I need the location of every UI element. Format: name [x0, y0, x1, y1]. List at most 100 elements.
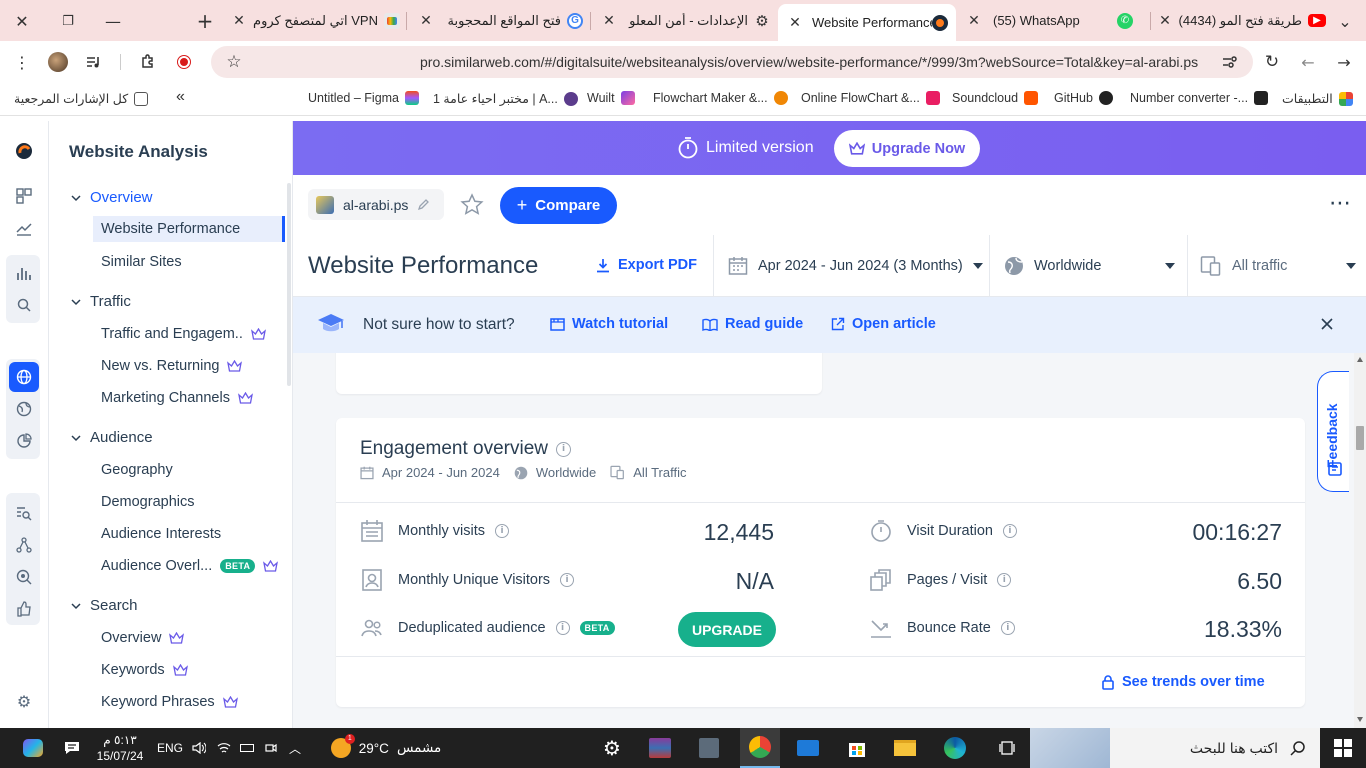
minimize-icon[interactable]: — — [100, 8, 126, 34]
nav-item-keyword-phrases[interactable]: Keyword Phrases — [101, 694, 238, 710]
profile-avatar[interactable] — [45, 49, 71, 75]
chrome-taskbar-icon[interactable] — [740, 728, 780, 768]
bookmark-apps[interactable]: التطبيقات — [1282, 91, 1353, 106]
close-window-icon[interactable]: ✕ — [9, 8, 35, 34]
nav-item-new-vs-returning[interactable]: New vs. Returning — [101, 358, 243, 374]
close-tab-icon[interactable]: ✕ — [230, 13, 248, 29]
info-icon[interactable]: i — [997, 573, 1012, 587]
read-guide-link[interactable]: Read guide — [702, 316, 803, 332]
taskbar-search[interactable]: اكتب هنا للبحث — [1030, 728, 1320, 768]
meet-icon[interactable] — [262, 728, 280, 768]
nav-section-overview[interactable]: Overview — [71, 189, 153, 206]
scroll-down-icon[interactable] — [1357, 717, 1363, 722]
nav-section-search[interactable]: Search — [71, 597, 138, 614]
nav-item-keywords[interactable]: Keywords — [101, 662, 188, 678]
site-settings-icon[interactable] — [1217, 49, 1243, 75]
tab-settings[interactable]: ✕ الإعدادات - أمن المعلو ⚙ — [600, 0, 770, 41]
upgrade-button[interactable]: UPGRADE — [678, 612, 776, 647]
start-button[interactable] — [1320, 728, 1366, 768]
favorite-star-icon[interactable] — [460, 193, 484, 216]
nav-item-search-overview[interactable]: Overview — [101, 630, 185, 646]
nav-item-similar-sites[interactable]: Similar Sites — [101, 254, 182, 270]
bookmark-flowchart-maker[interactable]: Flowchart Maker &... — [653, 91, 788, 105]
world-market-icon[interactable] — [13, 398, 35, 420]
info-icon[interactable]: i — [555, 621, 570, 635]
export-pdf-button[interactable]: Export PDF — [596, 257, 697, 273]
traffic-source-select[interactable]: All traffic — [1187, 235, 1366, 297]
see-trends-link[interactable]: See trends over time — [1102, 674, 1265, 690]
feedback-tab[interactable]: Feedback — [1317, 371, 1349, 492]
close-tab-icon[interactable]: ✕ — [965, 13, 983, 29]
nav-section-audience[interactable]: Audience — [71, 429, 153, 446]
thumbs-up-icon[interactable] — [13, 598, 35, 620]
nav-section-traffic[interactable]: Traffic — [71, 293, 131, 310]
network-icon[interactable] — [13, 534, 35, 556]
bookmark-online-flowchart[interactable]: Online FlowChart &... — [801, 91, 940, 105]
close-tab-icon[interactable]: ✕ — [1156, 13, 1174, 29]
tab-vpn[interactable]: ✕ VPN اتي لمتصفح كروم — [230, 0, 400, 41]
menu-icon[interactable]: ⋮ — [9, 49, 35, 75]
bar-chart-icon[interactable] — [13, 262, 35, 284]
copilot-icon[interactable] — [20, 728, 46, 768]
scroll-thumb[interactable] — [1356, 426, 1364, 450]
scroll-up-icon[interactable] — [1357, 357, 1363, 362]
file-explorer-icon[interactable] — [888, 728, 922, 768]
bookmark-wuilt[interactable]: Wuilt — [587, 91, 635, 105]
info-icon[interactable]: i — [1002, 524, 1017, 538]
tab-search-icon[interactable]: ⌄ — [1332, 8, 1358, 34]
pencil-icon[interactable] — [417, 198, 430, 211]
trend-icon[interactable] — [13, 217, 35, 239]
date-range-select[interactable]: Apr 2024 - Jun 2024 (3 Months) — [713, 235, 989, 297]
target-search-icon[interactable] — [13, 566, 35, 588]
calculator-app-icon[interactable] — [692, 728, 726, 768]
tab-google[interactable]: ✕ فتح المواقع المحجوبة G — [417, 0, 583, 41]
new-tab-button[interactable]: + — [192, 8, 218, 34]
similarweb-logo-icon[interactable] — [13, 140, 35, 162]
more-options-icon[interactable]: ⋯ — [1329, 191, 1351, 216]
task-view-icon[interactable] — [990, 728, 1024, 768]
all-bookmarks[interactable]: كل الإشارات المرجعية — [14, 91, 149, 106]
settings-icon[interactable]: ⚙ — [13, 690, 35, 712]
info-icon[interactable]: i — [556, 441, 571, 457]
battery-icon[interactable] — [237, 728, 257, 768]
edge-icon[interactable] — [938, 728, 972, 768]
compare-button[interactable]: + Compare — [500, 187, 617, 224]
pie-chart-icon[interactable] — [13, 430, 35, 452]
site-chip[interactable]: al-arabi.ps — [308, 189, 444, 220]
volume-icon[interactable] — [188, 728, 210, 768]
info-icon[interactable]: i — [1000, 621, 1015, 635]
open-article-link[interactable]: Open article — [831, 316, 936, 332]
winrar-icon[interactable] — [643, 728, 677, 768]
nav-item-audience-interests[interactable]: Audience Interests — [101, 526, 221, 542]
mail-icon[interactable] — [791, 728, 825, 768]
settings-gear-icon[interactable]: ⚙ — [595, 728, 629, 768]
nav-item-website-performance[interactable]: Website Performance — [93, 216, 285, 242]
nav-item-audience-overlap[interactable]: Audience Overl... BETA — [101, 558, 279, 574]
tab-youtube[interactable]: ✕ طريقة فتح المو (4434) ▶ — [1156, 0, 1326, 41]
forward-icon[interactable]: → — [1331, 49, 1357, 75]
record-icon[interactable] — [171, 49, 197, 75]
search-analysis-icon[interactable] — [13, 294, 35, 316]
close-tab-icon[interactable]: ✕ — [600, 13, 618, 29]
address-bar[interactable]: ☆ pro.similarweb.com/#/digitalsuite/webs… — [211, 46, 1253, 78]
dashboard-icon[interactable] — [13, 185, 35, 207]
upgrade-now-button[interactable]: Upgrade Now — [834, 130, 980, 167]
tab-website-performance[interactable]: ✕ Website Performance — [778, 4, 956, 41]
language-indicator[interactable]: ENG — [154, 728, 186, 768]
back-icon[interactable]: ← — [1295, 49, 1321, 75]
clock[interactable]: ٥:١٣ م 15/07/24 — [90, 728, 150, 768]
nav-scrollbar[interactable] — [287, 183, 291, 386]
extensions-icon[interactable] — [135, 49, 161, 75]
nav-item-traffic-engagement[interactable]: Traffic and Engagem... — [101, 326, 266, 342]
page-scrollbar[interactable] — [1354, 353, 1366, 728]
keyword-research-icon[interactable] — [13, 502, 35, 524]
reload-icon[interactable]: ↻ — [1259, 49, 1285, 75]
watch-tutorial-link[interactable]: Watch tutorial — [550, 316, 668, 332]
bookmark-star-icon[interactable]: ☆ — [221, 49, 247, 75]
bookmark-number-converter[interactable]: Number converter -... — [1130, 91, 1269, 105]
nav-item-geography[interactable]: Geography — [101, 462, 173, 478]
tray-expand-icon[interactable]: ︿ — [286, 728, 304, 768]
close-tab-icon[interactable]: ✕ — [786, 15, 804, 31]
bookmark-figma[interactable]: Untitled – Figma — [308, 91, 420, 105]
close-help-icon[interactable] — [1320, 317, 1334, 331]
